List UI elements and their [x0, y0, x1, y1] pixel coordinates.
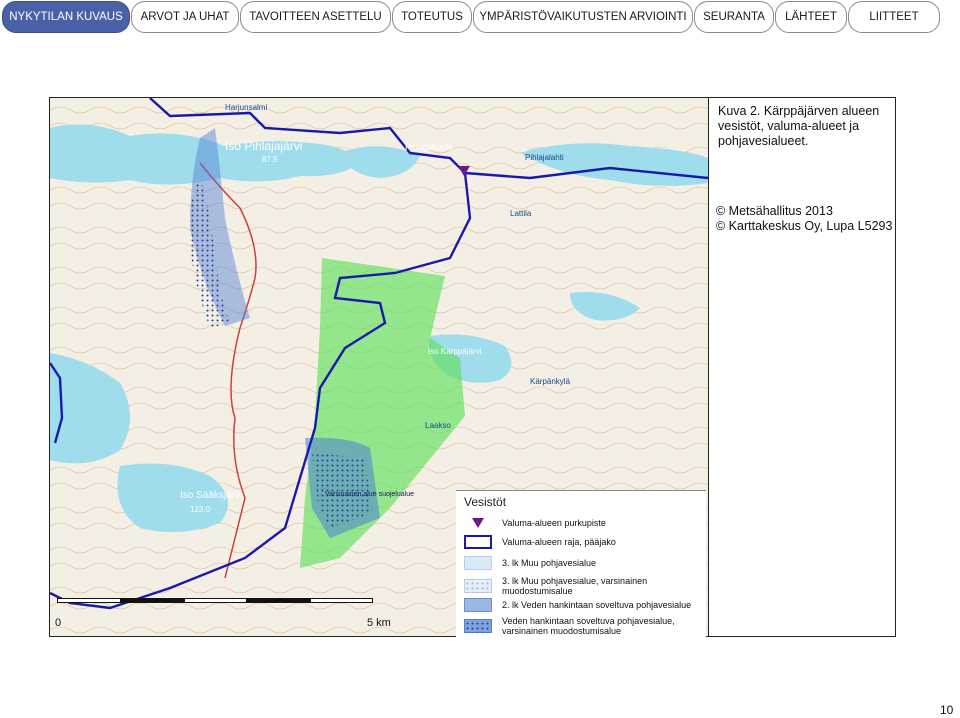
- tab-ymparistovaikutusten-arviointi[interactable]: YMPÄRISTÖVAIKUTUSTEN ARVIOINTI: [473, 1, 693, 33]
- legend-item-class3-core: 3. lk Muu pohjavesialue, varsinainen muo…: [464, 575, 702, 597]
- map-label-pihlajalahti: Pihlajalahti: [525, 153, 564, 162]
- scale-segment: [57, 598, 121, 603]
- map-label-reserve: Varsinainen alue suojelualue: [325, 491, 414, 498]
- scale-segment: [310, 598, 373, 603]
- legend-label: Veden hankintaan soveltuva pohjavesialue…: [502, 616, 675, 636]
- copyright-line-2: © Karttakeskus Oy, Lupa L5293: [716, 219, 893, 233]
- map-label-iso-karppajarvi: Iso Kärppäjärvi: [428, 347, 482, 356]
- legend-label: Valuma-alueen raja, pääjako: [502, 537, 616, 547]
- light-dots-icon: [464, 579, 492, 593]
- legend-label: 2. lk Veden hankintaan soveltuva pohjave…: [502, 600, 692, 610]
- map-label-iso-pihlajajarvi: Iso Pihlajajärvi: [225, 139, 302, 153]
- map-label-elevation-1230: 123.0: [190, 505, 211, 514]
- boundary-line-icon: [464, 535, 492, 549]
- map-label-iso-saaksjarvi: Iso Sääksjärvi: [180, 490, 242, 501]
- light-hatch-icon: [464, 556, 492, 570]
- map-label-lattila: Lattila: [510, 209, 532, 218]
- tab-arvot-ja-uhat[interactable]: ARVOT JA UHAT: [131, 1, 239, 33]
- copyright-block: © Metsähallitus 2013 © Karttakeskus Oy, …: [716, 204, 894, 234]
- legend-item-class2: 2. lk Veden hankintaan soveltuva pohjave…: [464, 597, 702, 613]
- outlet-triangle-icon: [464, 516, 492, 530]
- tab-lahteet[interactable]: LÄHTEET: [775, 1, 847, 33]
- legend-title: Vesistöt: [464, 495, 507, 509]
- scale-segment: [247, 598, 310, 603]
- legend-item-outlet: Valuma-alueen purkupiste: [464, 515, 702, 531]
- legend-item-class2-core: Veden hankintaan soveltuva pohjavesialue…: [464, 615, 702, 637]
- copyright-line-1: © Metsähallitus 2013: [716, 204, 833, 218]
- map-label-karpankyla: Kärpänkylä: [530, 377, 571, 386]
- tab-tavoitteen-asettelu[interactable]: TAVOITTEEN ASETTELU: [240, 1, 391, 33]
- map-legend: Vesistöt Valuma-alueen purkupiste Valuma…: [456, 490, 706, 637]
- legend-label: Valuma-alueen purkupiste: [502, 518, 606, 528]
- scale-bar: [57, 598, 457, 604]
- caption-panel: [708, 98, 895, 636]
- legend-label: 3. lk Muu pohjavesialue: [502, 558, 597, 568]
- tab-seuranta[interactable]: SEURANTA: [694, 1, 774, 33]
- map-label-elevation-875: 87.5: [262, 155, 278, 164]
- legend-item-class3: 3. lk Muu pohjavesialue: [464, 555, 702, 571]
- tab-toteutus[interactable]: TOTEUTUS: [392, 1, 472, 33]
- tab-liitteet[interactable]: LIITTEET: [848, 1, 940, 33]
- tab-nykytilan-kuvaus[interactable]: NYKYTILAN KUVAUS: [2, 1, 130, 33]
- blue-dots-icon: [464, 619, 492, 633]
- blue-hatch-icon: [464, 598, 492, 612]
- legend-label: 3. lk Muu pohjavesialue, varsinainen muo…: [502, 576, 648, 596]
- top-navigation-tabs: NYKYTILAN KUVAUS ARVOT JA UHAT TAVOITTEE…: [0, 0, 960, 34]
- map-label-laakso: Laakso: [425, 421, 451, 430]
- scale-end-label: 5 km: [367, 617, 391, 629]
- page-number: 10: [940, 703, 954, 717]
- scale-segment: [121, 598, 184, 603]
- map-label-harjunsalmi: Harjunsalmi: [225, 103, 267, 112]
- scale-start-label: 0: [55, 617, 62, 629]
- map-label-pihlajakoski: Pihlajakoski: [405, 142, 453, 152]
- legend-item-boundary: Valuma-alueen raja, pääjako: [464, 534, 702, 550]
- figure-caption: Kuva 2. Kärppäjärven alueen vesistöt, va…: [718, 104, 880, 148]
- scale-segment: [184, 598, 247, 603]
